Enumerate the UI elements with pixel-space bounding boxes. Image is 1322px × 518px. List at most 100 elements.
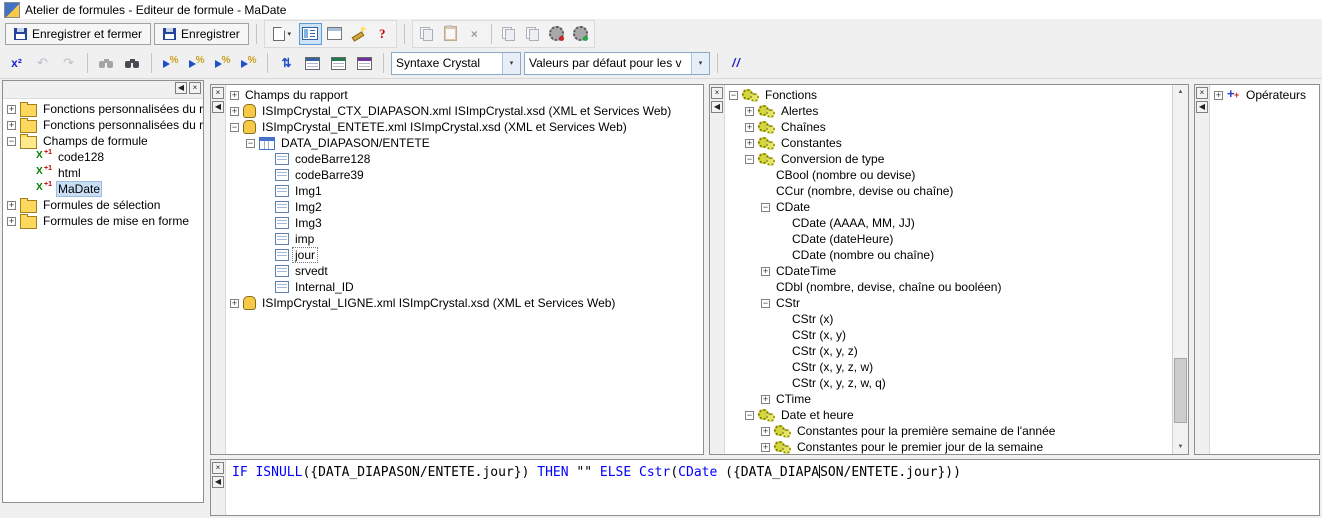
grid-view-2-button[interactable] bbox=[327, 52, 350, 74]
tree-item[interactable]: −ISImpCrystal_ENTETE.xml ISImpCrystal.xs… bbox=[228, 119, 703, 135]
null-defaults-select-caret-icon[interactable]: ▾ bbox=[691, 53, 709, 74]
tree-item[interactable]: +Constantes pour la première semaine de … bbox=[727, 423, 1172, 439]
syntax-select[interactable]: Syntaxe Crystal ▾ bbox=[391, 52, 521, 75]
superscript-button[interactable]: x² bbox=[5, 52, 28, 74]
tree-item[interactable]: Img3 bbox=[228, 215, 703, 231]
title-bar[interactable]: Atelier de formules - Editeur de formule… bbox=[0, 0, 1322, 20]
tree-item[interactable]: CDate (dateHeure) bbox=[727, 231, 1172, 247]
tree-item[interactable]: CStr (x, y, z) bbox=[727, 343, 1172, 359]
syntax-select-caret-icon[interactable]: ▾ bbox=[502, 53, 520, 74]
collapse-minus-icon[interactable]: − bbox=[729, 91, 738, 100]
toggle-field-trees-button[interactable] bbox=[299, 23, 322, 45]
tree-item[interactable]: +Fonctions personnalisées du rap bbox=[5, 101, 203, 117]
tree-item[interactable]: +Chaînes bbox=[727, 119, 1172, 135]
collapse-minus-icon[interactable]: − bbox=[7, 137, 16, 146]
tree-item[interactable]: −CStr bbox=[727, 295, 1172, 311]
collapse-minus-icon[interactable]: − bbox=[745, 155, 754, 164]
repository-disconnect-button[interactable] bbox=[521, 23, 544, 45]
tree-item[interactable]: −Fonctions bbox=[727, 87, 1172, 103]
tree-item[interactable]: imp bbox=[228, 231, 703, 247]
grid-view-3-button[interactable] bbox=[353, 52, 376, 74]
expand-plus-icon[interactable]: + bbox=[761, 443, 770, 452]
collapse-minus-icon[interactable]: − bbox=[246, 139, 255, 148]
formula-expert-button[interactable] bbox=[347, 23, 370, 45]
collapse-pane-button[interactable]: ◀ bbox=[212, 101, 224, 113]
collapse-minus-icon[interactable]: − bbox=[230, 123, 239, 132]
tree-item[interactable]: +Formules de mise en forme bbox=[5, 213, 203, 229]
percent-check-button[interactable] bbox=[211, 52, 234, 74]
tree-item[interactable]: CStr (x) bbox=[727, 311, 1172, 327]
custom-function-button[interactable] bbox=[545, 23, 568, 45]
tree-item[interactable]: CDate (AAAA, MM, JJ) bbox=[727, 215, 1172, 231]
collapse-panel-button[interactable]: ◀ bbox=[175, 82, 187, 94]
comment-button[interactable]: // bbox=[725, 52, 748, 74]
expand-plus-icon[interactable]: + bbox=[761, 267, 770, 276]
new-formula-button[interactable]: ▾ bbox=[267, 23, 298, 45]
expand-plus-icon[interactable]: + bbox=[745, 107, 754, 116]
tree-item[interactable]: codeBarre128 bbox=[228, 151, 703, 167]
collapse-minus-icon[interactable]: − bbox=[761, 203, 770, 212]
tree-item[interactable]: Img1 bbox=[228, 183, 703, 199]
tree-item[interactable]: +Alertes bbox=[727, 103, 1172, 119]
copy-button[interactable] bbox=[415, 23, 438, 45]
formula-editor[interactable]: IF ISNULL({DATA_DIAPASON/ENTETE.jour}) T… bbox=[226, 460, 1319, 515]
tree-item[interactable]: −Conversion de type bbox=[727, 151, 1172, 167]
tree-item[interactable]: −DATA_DIAPASON/ENTETE bbox=[228, 135, 703, 151]
custom-function-editor-button[interactable] bbox=[569, 23, 592, 45]
tree-item[interactable]: CStr (x, y, z, w) bbox=[727, 359, 1172, 375]
tree-item[interactable]: codeBarre39 bbox=[228, 167, 703, 183]
tree-item[interactable]: +Opérateurs bbox=[1212, 87, 1319, 103]
close-pane-button[interactable]: × bbox=[212, 87, 224, 99]
error-check-button[interactable] bbox=[237, 52, 260, 74]
tree-item[interactable]: CCur (nombre, devise ou chaîne) bbox=[727, 183, 1172, 199]
save-button[interactable]: Enregistrer bbox=[154, 23, 249, 45]
tree-item[interactable]: MaDate bbox=[5, 181, 203, 197]
tree-item[interactable]: srvedt bbox=[228, 263, 703, 279]
collapse-minus-icon[interactable]: − bbox=[761, 299, 770, 308]
tree-item[interactable]: +Fonctions personnalisées du réf bbox=[5, 117, 203, 133]
close-pane-button[interactable]: × bbox=[212, 462, 224, 474]
syntax-check-button[interactable] bbox=[159, 52, 182, 74]
collapse-pane-button[interactable]: ◀ bbox=[212, 476, 224, 488]
tree-item[interactable]: +ISImpCrystal_CTX_DIAPASON.xml ISImpCrys… bbox=[228, 103, 703, 119]
help-button[interactable]: ? bbox=[371, 23, 394, 45]
tree-item[interactable]: CStr (x, y, z, w, q) bbox=[727, 375, 1172, 391]
tree-item[interactable]: CDate (nombre ou chaîne) bbox=[727, 247, 1172, 263]
scroll-down-button[interactable]: ▼ bbox=[1173, 440, 1188, 454]
close-pane-button[interactable]: × bbox=[1196, 87, 1208, 99]
properties-button[interactable] bbox=[323, 23, 346, 45]
app-icon[interactable] bbox=[4, 2, 20, 18]
tree-item[interactable]: Internal_ID bbox=[228, 279, 703, 295]
tree-item[interactable]: Img2 bbox=[228, 199, 703, 215]
expand-plus-icon[interactable]: + bbox=[230, 299, 239, 308]
collapse-minus-icon[interactable]: − bbox=[745, 411, 754, 420]
delete-button[interactable]: × bbox=[463, 23, 486, 45]
repository-add-button[interactable] bbox=[497, 23, 520, 45]
collapse-pane-button[interactable]: ◀ bbox=[1196, 101, 1208, 113]
tree-item[interactable]: CDbl (nombre, devise, chaîne ou booléen) bbox=[727, 279, 1172, 295]
tree-item[interactable]: +CDateTime bbox=[727, 263, 1172, 279]
tree-item[interactable]: +Constantes pour le premier jour de la s… bbox=[727, 439, 1172, 454]
expand-plus-icon[interactable]: + bbox=[745, 139, 754, 148]
expand-plus-icon[interactable]: + bbox=[761, 427, 770, 436]
functions-scrollbar[interactable]: ▲ ▼ bbox=[1172, 85, 1188, 454]
expand-plus-icon[interactable]: + bbox=[230, 91, 239, 100]
expand-plus-icon[interactable]: + bbox=[1214, 91, 1223, 100]
scroll-thumb[interactable] bbox=[1174, 358, 1187, 423]
save-and-close-button[interactable]: Enregistrer et fermer bbox=[5, 23, 151, 45]
tree-item[interactable]: +Formules de sélection bbox=[5, 197, 203, 213]
expand-plus-icon[interactable]: + bbox=[761, 395, 770, 404]
expand-plus-icon[interactable]: + bbox=[7, 105, 16, 114]
tree-item[interactable]: +ISImpCrystal_LIGNE.xml ISImpCrystal.xsd… bbox=[228, 295, 703, 311]
tree-item[interactable]: −Date et heure bbox=[727, 407, 1172, 423]
tree-item[interactable]: −CDate bbox=[727, 199, 1172, 215]
expand-plus-icon[interactable]: + bbox=[7, 217, 16, 226]
expand-plus-icon[interactable]: + bbox=[7, 121, 16, 130]
tree-item[interactable]: +Constantes bbox=[727, 135, 1172, 151]
tree-item[interactable]: +Champs du rapport bbox=[228, 87, 703, 103]
expand-plus-icon[interactable]: + bbox=[230, 107, 239, 116]
close-pane-button[interactable]: × bbox=[711, 87, 723, 99]
sort-trees-button[interactable]: ⇅ bbox=[275, 52, 298, 74]
paste-button[interactable] bbox=[439, 23, 462, 45]
close-panel-button[interactable]: × bbox=[189, 82, 201, 94]
